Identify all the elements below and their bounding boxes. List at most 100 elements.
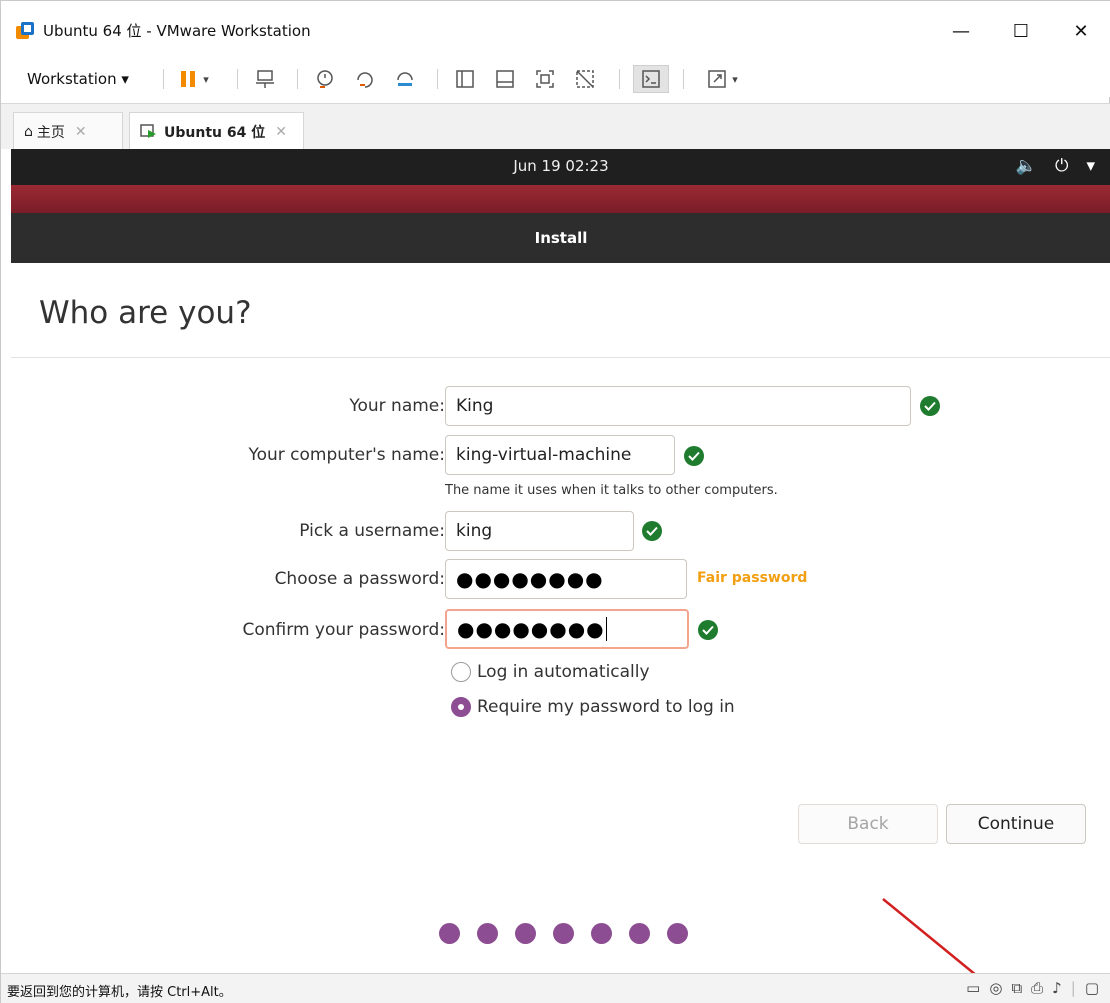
stretch-view-button[interactable]: ▾ — [695, 65, 749, 93]
progress-dot — [439, 923, 460, 944]
toolbar-divider — [237, 69, 238, 89]
ubuntu-top-panel: Jun 19 02:23 🔈 ⏻ ▾ — [11, 149, 1110, 185]
name-field[interactable]: King — [445, 386, 911, 426]
require-password-option[interactable]: Require my password to log in — [451, 697, 735, 717]
installer-window-frame — [11, 185, 1110, 213]
username-field[interactable]: king — [445, 511, 634, 551]
maximize-button[interactable]: ☐ — [991, 13, 1051, 49]
device-icons: ▭ ◎ ⧉ ⎙ ♪ | ▢ — [966, 979, 1099, 997]
divider — [11, 357, 1110, 358]
computer-send-icon — [256, 70, 274, 88]
check-icon — [920, 396, 940, 416]
progress-dot — [553, 923, 574, 944]
unity-button[interactable] — [567, 65, 603, 93]
password-dots: ●●●●●●●● — [456, 567, 604, 591]
computer-name-hint: The name it uses when it talks to other … — [445, 483, 778, 498]
home-icon: ⌂ — [24, 123, 33, 140]
computer-name-label: Your computer's name: — [248, 445, 445, 465]
tab-bar: ⌂ 主页 ✕ Ubuntu 64 位 ✕ — [1, 103, 1110, 150]
printer-icon[interactable]: ⎙ — [1031, 979, 1043, 997]
power-icon: ⏻ — [1055, 156, 1069, 176]
unity-icon — [576, 70, 594, 88]
tab-ubuntu[interactable]: Ubuntu 64 位 ✕ — [129, 112, 304, 150]
library-panel-icon — [456, 70, 474, 88]
installer-dialog: Install Who are you? Your name: King You… — [11, 213, 1110, 997]
volume-icon: 🔈 — [1015, 156, 1037, 176]
radio-button[interactable] — [451, 662, 471, 682]
progress-dot — [477, 923, 498, 944]
full-screen-button[interactable] — [527, 65, 563, 93]
text-caret — [605, 617, 607, 641]
status-divider: | — [1070, 979, 1076, 997]
toolbar-divider — [297, 69, 298, 89]
revert-snapshot-icon — [357, 72, 373, 88]
snapshot-manager-button[interactable] — [387, 65, 423, 93]
system-menu[interactable]: 🔈 ⏻ ▾ — [1016, 156, 1095, 176]
toolbar: Workstation ▾ ▾ ▾ — [1, 61, 1110, 97]
radio-button-selected[interactable] — [451, 697, 471, 717]
tab-home[interactable]: ⌂ 主页 ✕ — [13, 112, 123, 150]
full-screen-icon — [536, 70, 554, 88]
progress-dot — [667, 923, 688, 944]
install-progress — [439, 923, 688, 944]
cd-dvd-icon[interactable]: ◎ — [989, 979, 1002, 997]
page-title: Who are you? — [39, 295, 252, 331]
progress-dot — [591, 923, 612, 944]
installer-header: Install — [11, 213, 1110, 263]
continue-button[interactable]: Continue — [946, 804, 1086, 844]
auto-login-label: Log in automatically — [477, 662, 650, 682]
check-icon — [698, 620, 718, 640]
pause-icon — [181, 71, 196, 87]
confirm-password-field[interactable]: ●●●●●●●● — [445, 609, 689, 649]
vmware-app-icon — [16, 22, 34, 39]
window-title: Ubuntu 64 位 - VMware Workstation — [43, 22, 311, 40]
sound-card-icon[interactable]: ♪ — [1052, 979, 1062, 997]
confirm-password-label: Confirm your password: — [242, 620, 445, 640]
console-view-button[interactable] — [633, 65, 669, 93]
thumbnail-bar-icon — [496, 70, 514, 88]
toolbar-divider — [619, 69, 620, 89]
password-strength: Fair password — [697, 570, 808, 586]
back-button[interactable]: Back — [798, 804, 938, 844]
toolbar-divider — [683, 69, 684, 89]
send-ctrl-alt-del-button[interactable] — [247, 65, 283, 93]
check-icon — [642, 521, 662, 541]
progress-dot — [629, 923, 650, 944]
confirm-password-dots: ●●●●●●●● — [457, 617, 605, 641]
close-tab-icon[interactable]: ✕ — [75, 124, 87, 140]
hard-disk-icon[interactable]: ▭ — [966, 979, 980, 997]
title-bar: Ubuntu 64 位 - VMware Workstation — ☐ ✕ — [1, 1, 1110, 61]
auto-login-option[interactable]: Log in automatically — [451, 662, 650, 682]
show-library-button[interactable] — [447, 65, 483, 93]
check-icon — [684, 446, 704, 466]
close-button[interactable]: ✕ — [1051, 13, 1110, 49]
message-log-icon[interactable]: ▢ — [1085, 979, 1099, 997]
clock[interactable]: Jun 19 02:23 — [11, 157, 1110, 175]
toolbar-divider — [163, 69, 164, 89]
computer-name-field[interactable]: king-virtual-machine — [445, 435, 675, 475]
snapshot-manager-icon — [397, 72, 413, 86]
username-label: Pick a username: — [299, 521, 445, 541]
close-tab-icon[interactable]: ✕ — [275, 124, 287, 140]
take-snapshot-button[interactable] — [307, 65, 343, 93]
password-field[interactable]: ●●●●●●●● — [445, 559, 687, 599]
progress-dot — [515, 923, 536, 944]
require-password-label: Require my password to log in — [477, 697, 735, 717]
network-adapter-icon[interactable]: ⧉ — [1011, 979, 1022, 997]
revert-snapshot-button[interactable] — [347, 65, 383, 93]
pause-button[interactable]: ▾ — [173, 65, 213, 93]
show-thumbnail-bar-button[interactable] — [487, 65, 523, 93]
workstation-menu-button[interactable]: Workstation ▾ — [17, 65, 157, 93]
password-label: Choose a password: — [274, 569, 445, 589]
minimize-button[interactable]: — — [931, 13, 991, 49]
status-bar: 要返回到您的计算机，请按 Ctrl+Alt。 ▭ ◎ ⧉ ⎙ ♪ | ▢ — [1, 973, 1110, 1003]
console-icon — [642, 70, 660, 88]
stretch-guest-icon — [708, 70, 726, 88]
menu-caret-icon: ▾ — [1086, 156, 1095, 176]
tab-label: 主页 — [36, 124, 65, 141]
toolbar-divider — [437, 69, 438, 89]
tab-label: Ubuntu 64 位 — [164, 124, 266, 141]
vm-running-icon — [140, 123, 156, 138]
name-label: Your name: — [349, 396, 445, 416]
snapshot-icon — [317, 70, 333, 88]
